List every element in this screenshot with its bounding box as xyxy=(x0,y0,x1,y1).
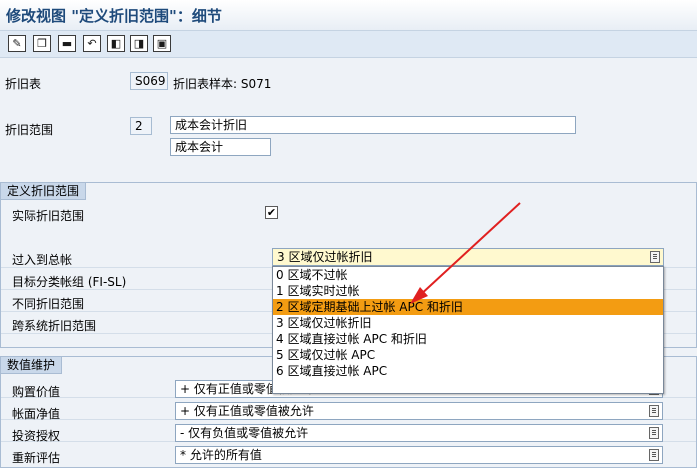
dropdown-value: - 仅有负值或零值被允许 xyxy=(180,426,309,440)
undo-icon[interactable]: ↶ xyxy=(83,35,101,52)
edit-pencil-icon[interactable]: ✎ xyxy=(8,35,26,52)
chart-label: 折旧表 xyxy=(5,77,42,91)
option-item[interactable]: 3 区域仅过帐折旧 xyxy=(273,315,663,331)
dropdown-value: * 允许的所有值 xyxy=(180,448,262,462)
option-item-selected[interactable]: 2 区域定期基础上过帐 APC 和折旧 xyxy=(273,299,663,315)
area-short-text-input[interactable]: 成本会计 xyxy=(170,138,271,156)
posting-dropdown[interactable]: 3 区域仅过帐折旧 xyxy=(272,248,664,266)
option-item[interactable]: 6 区域直接过帐 APC xyxy=(273,363,663,379)
window-title: 修改视图 "定义折旧范围"：细节 xyxy=(6,7,222,25)
chart-sample-text: 折旧表样本: S071 xyxy=(173,77,272,91)
option-item[interactable]: 4 区域直接过帐 APC 和折旧 xyxy=(273,331,663,347)
different-area-label: 不同折旧范围 xyxy=(12,297,85,311)
dropdown-list-icon[interactable] xyxy=(650,251,660,263)
option-item[interactable]: 5 区域仅过帐 APC xyxy=(273,347,663,363)
dropdown-list-icon[interactable] xyxy=(649,405,659,417)
previous-entry-icon[interactable]: ◧ xyxy=(107,35,125,52)
cross-system-label: 跨系统折旧范围 xyxy=(12,319,97,333)
title-bar: 修改视图 "定义折旧范围"：细节 xyxy=(0,0,697,31)
dropdown-value: + 仅有正值或零值被允许 xyxy=(180,404,314,418)
posting-dropdown-value: 3 区域仅过帐折旧 xyxy=(277,250,373,264)
value-maintenance-group-title: 数值维护 xyxy=(1,357,63,374)
net-book-value-dropdown[interactable]: + 仅有正值或零值被允许 xyxy=(175,402,663,420)
investment-support-label: 投资授权 xyxy=(12,429,61,443)
investment-support-dropdown[interactable]: - 仅有负值或零值被允许 xyxy=(175,424,663,442)
copy-icon[interactable]: ❐ xyxy=(33,35,51,52)
depreciation-area-field: 2 xyxy=(130,117,152,135)
posting-label: 过入到总帐 xyxy=(12,253,73,267)
other-entry-icon[interactable]: ▣ xyxy=(153,35,171,52)
next-entry-icon[interactable]: ◨ xyxy=(130,35,148,52)
option-item[interactable]: 0 区域不过帐 xyxy=(273,267,663,283)
posting-options-list: 0 区域不过帐 1 区域实时过帐 2 区域定期基础上过帐 APC 和折旧 3 区… xyxy=(272,266,664,394)
net-book-value-label: 帐面净值 xyxy=(12,407,61,421)
actual-area-checkbox[interactable]: ✔ xyxy=(265,206,278,219)
option-item[interactable]: 1 区域实时过帐 xyxy=(273,283,663,299)
dropdown-list-icon[interactable] xyxy=(649,427,659,439)
acquisition-value-label: 购置价值 xyxy=(12,385,61,399)
revaluation-label: 重新评估 xyxy=(12,451,61,465)
delete-icon[interactable]: ▬ xyxy=(58,35,76,52)
dropdown-list-icon[interactable] xyxy=(649,449,659,461)
actual-area-label: 实际折旧范围 xyxy=(12,209,85,223)
area-long-text-input[interactable]: 成本会计折旧 xyxy=(170,116,576,134)
define-area-group-title: 定义折旧范围 xyxy=(1,183,87,200)
target-ledger-label: 目标分类帐组 (FI-SL) xyxy=(12,275,127,289)
application-toolbar: ✎ ❐ ▬ ↶ ◧ ◨ ▣ xyxy=(0,31,697,58)
revaluation-dropdown[interactable]: * 允许的所有值 xyxy=(175,446,663,464)
chart-of-depreciation-field: S069 xyxy=(130,72,168,90)
area-label: 折旧范围 xyxy=(5,123,54,137)
